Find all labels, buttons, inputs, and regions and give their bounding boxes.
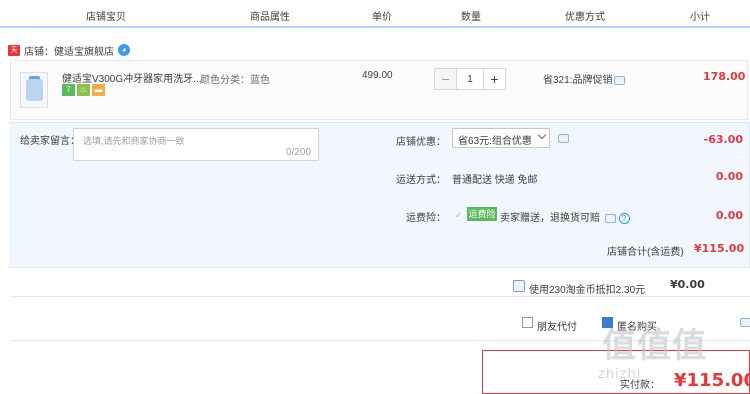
quantity-minus-button[interactable]: −	[435, 69, 457, 89]
quantity-stepper: − 1 +	[434, 68, 506, 90]
insurance-label: 运费险：	[406, 213, 446, 224]
shop-row: 天 店铺：健适宝旗舰店 ◕	[8, 42, 130, 58]
site-watermark: 值值值	[602, 326, 707, 366]
message-label: 给卖家留言：	[20, 136, 80, 147]
tmall-badge-icon: 天	[8, 44, 20, 56]
coupon-selected-value: 省63元:组合优惠	[458, 136, 532, 147]
promo-info-icon[interactable]	[614, 75, 626, 85]
wangwang-chat-icon[interactable]: ◕	[118, 44, 130, 56]
insurance-check-icon: ✓	[455, 210, 463, 220]
taobao-coin-checkbox[interactable]	[513, 280, 525, 292]
insurance-chat-icon[interactable]	[604, 213, 616, 223]
shop-coupon-select[interactable]: 省63元:组合优惠	[452, 128, 550, 148]
cart-item	[10, 60, 748, 120]
message-placeholder: 选填,请先和商家协商一致	[83, 136, 185, 146]
cart-header: 店铺宝贝 商品属性 单价 数量 优惠方式 小计	[0, 0, 750, 28]
thumb-body-shape	[26, 79, 43, 101]
coupon-amount: -63.00	[703, 133, 743, 146]
shop-name-link[interactable]: 店铺：健适宝旗舰店	[24, 43, 114, 58]
friend-pay-checkbox[interactable]	[522, 317, 533, 328]
quantity-plus-button[interactable]: +	[483, 69, 505, 89]
chat-icon[interactable]	[740, 318, 750, 327]
taobao-coin-label: 使用230淘金币抵扣2.30元	[529, 285, 646, 296]
col-subtotal: 小计	[690, 12, 710, 23]
insurance-amount: 0.00	[715, 209, 743, 222]
unit-price: 499.00	[362, 70, 393, 81]
insurance-desc: 卖家赠送，退换货可赔	[500, 213, 600, 224]
service-guarantee-icon[interactable]: ♨	[77, 84, 90, 96]
col-discount: 优惠方式	[565, 12, 605, 23]
shop-total-value: ¥115.00	[694, 242, 745, 255]
actual-pay-value: ¥115.00	[674, 370, 750, 391]
shop-total-label: 店铺合计(含运费)	[607, 247, 684, 258]
shipping-amount: 0.00	[715, 170, 743, 183]
service-icons: 7 ♨ ▬	[62, 84, 105, 96]
coupon-label: 店铺优惠：	[396, 137, 446, 148]
product-thumbnail[interactable]	[20, 72, 48, 108]
seven-day-return-icon[interactable]: 7	[62, 84, 75, 96]
item-subtotal: 178.00	[703, 70, 746, 83]
item-sku: 颜色分类：蓝色	[200, 75, 270, 86]
col-unit-price: 单价	[372, 12, 392, 23]
quantity-input[interactable]: 1	[457, 69, 483, 89]
site-watermark-sub: zhizhi	[598, 367, 642, 382]
help-icon[interactable]: ?	[618, 212, 630, 224]
insurance-text: 卖家赠送，退换货可赔 ?	[500, 209, 630, 224]
insurance-tag: 运费险	[467, 207, 497, 221]
shipping-method: 普通配送 快递 免邮	[452, 175, 538, 186]
divider	[10, 296, 750, 297]
shipping-label: 运送方式：	[396, 175, 446, 186]
credit-card-icon[interactable]: ▬	[92, 84, 105, 96]
promo-text: 省321:品牌促销	[543, 75, 613, 86]
col-quantity: 数量	[461, 12, 481, 23]
col-attributes: 商品属性	[250, 12, 290, 23]
taobao-coin-value: ¥0.00	[670, 278, 705, 291]
coupon-info-icon[interactable]	[558, 134, 569, 143]
col-shop-item: 店铺宝贝	[86, 12, 126, 23]
message-char-count: 0/200	[286, 147, 312, 158]
chevron-down-icon	[537, 130, 547, 140]
friend-pay-label: 朋友代付	[537, 322, 577, 333]
item-promo: 省321:品牌促销	[543, 71, 626, 86]
item-title-link[interactable]: 健适宝V300G冲牙器家用洗牙...	[62, 70, 201, 85]
